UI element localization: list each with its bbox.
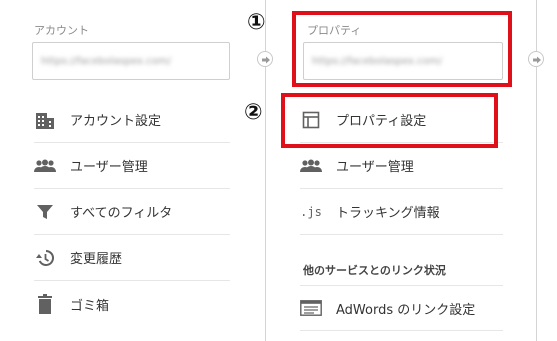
account-settings-label: アカウント設定: [70, 114, 162, 129]
tracking-info-item[interactable]: .js トラッキング情報: [300, 189, 503, 235]
change-history-item[interactable]: 変更履歴: [34, 235, 230, 281]
account-user-management-label: ユーザー管理: [70, 160, 148, 175]
annotation-marker-2: ②: [244, 100, 263, 125]
property-user-management-label: ユーザー管理: [336, 160, 414, 175]
trash-label: ゴミ箱: [70, 298, 110, 314]
tracking-info-label: トラッキング情報: [336, 206, 440, 221]
adwords-link-label: AdWords のリンク設定: [336, 302, 476, 318]
arrow-right-icon: [257, 51, 273, 67]
building-icon: [34, 109, 56, 131]
property-user-management-item[interactable]: ユーザー管理: [300, 143, 503, 189]
arrow-right-icon: [528, 51, 544, 67]
adwords-link-item[interactable]: AdWords のリンク設定: [300, 285, 503, 331]
account-selected-value: https://facebolaspex.com/: [41, 56, 171, 67]
history-icon: [34, 247, 56, 269]
adwords-icon: [300, 297, 322, 319]
trash-icon: [34, 293, 56, 315]
account-selector[interactable]: https://facebolaspex.com/: [32, 42, 230, 80]
filter-icon: [34, 201, 56, 223]
property-highlight-box: [292, 11, 512, 87]
all-filters-label: すべてのフィルタ: [70, 206, 173, 221]
linked-services-heading: 他のサービスとのリンク状況: [303, 264, 446, 277]
annotation-marker-1: ①: [247, 10, 266, 35]
account-settings-item[interactable]: アカウント設定: [34, 97, 230, 143]
account-column-label: アカウント: [34, 24, 89, 37]
change-history-label: 変更履歴: [70, 252, 123, 267]
trash-item[interactable]: ゴミ箱: [34, 281, 230, 327]
js-icon: .js: [300, 204, 322, 219]
people-icon: [300, 155, 322, 177]
property-settings-highlight-box: [281, 93, 498, 148]
all-filters-item[interactable]: すべてのフィルタ: [34, 189, 230, 235]
account-user-management-item[interactable]: ユーザー管理: [34, 143, 230, 189]
people-icon: [34, 155, 56, 177]
